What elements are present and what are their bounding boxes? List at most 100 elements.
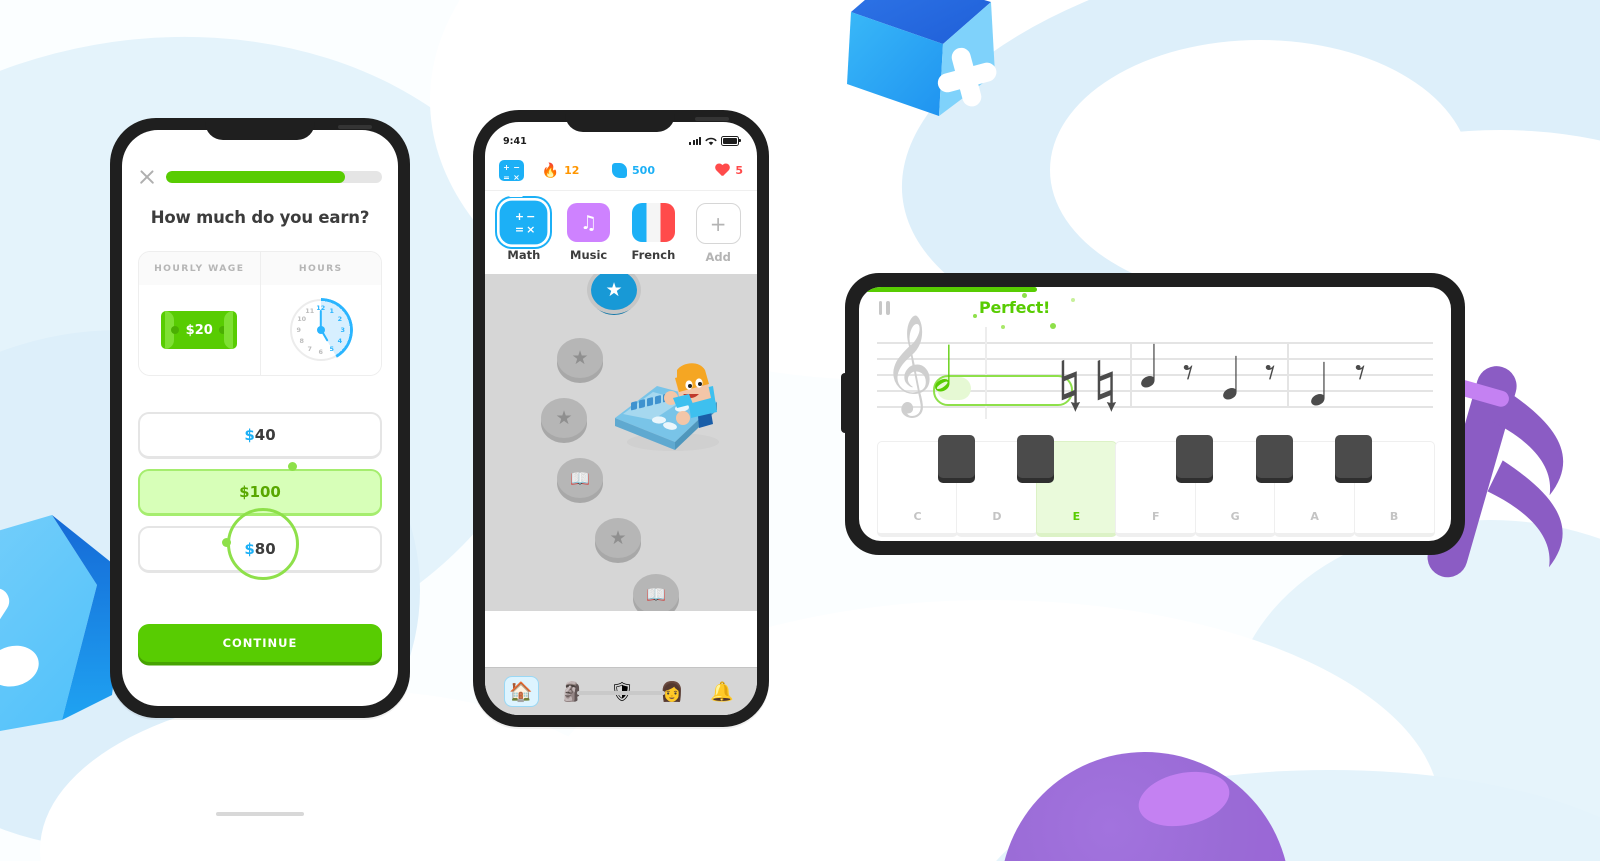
piano-keyboard: CDEFGAB xyxy=(877,435,1435,537)
wage-table: HOURLY WAGE HOURS $20 12 1 2 3 4 5 6 7 8… xyxy=(138,251,382,376)
course-label: Music xyxy=(570,248,608,262)
screenshot-stage: How much do you earn? HOURLY WAGE HOURS … xyxy=(0,0,1600,861)
course-switcher: + − = × Math ♫ Music French + Add xyxy=(485,191,757,274)
clock-number: 4 xyxy=(337,337,343,345)
key-label: A xyxy=(1310,510,1319,523)
quarter-note: 𝅘𝅥 xyxy=(1309,354,1327,419)
close-icon[interactable] xyxy=(138,168,156,186)
side-button xyxy=(841,373,847,433)
currency-symbol: $ xyxy=(244,426,255,444)
course-label: Add xyxy=(705,250,731,264)
answer-amount: 40 xyxy=(254,426,276,444)
half-note-green: 𝅗𝅥 xyxy=(933,336,952,406)
signal-icon xyxy=(689,137,701,145)
gem-icon xyxy=(612,163,628,178)
piano-black-key[interactable] xyxy=(937,435,975,478)
home-indicator xyxy=(577,691,665,695)
quarter-note: 𝅘𝅥 xyxy=(1139,336,1157,401)
lesson-progress-bar xyxy=(166,171,382,183)
pause-button[interactable] xyxy=(879,301,890,315)
clock-number: 6 xyxy=(318,348,323,356)
x-cube-decoration xyxy=(843,0,1003,122)
course-item-music[interactable]: ♫ Music xyxy=(562,203,616,264)
course-label: French xyxy=(631,248,676,262)
answer-option-selected[interactable]: $100 xyxy=(138,469,382,516)
star-icon: ★ xyxy=(609,526,627,549)
path-node[interactable]: 📖 xyxy=(557,458,603,498)
battery-icon xyxy=(721,136,741,146)
money-bill-icon: $20 xyxy=(161,311,238,349)
lesson-progress-fill xyxy=(166,171,346,183)
course-item-math[interactable]: + − = × Math xyxy=(497,203,551,264)
music-staff: 𝄞 𝅗𝅥 𝄯 𝄯 𝅘𝅥 𝄾 𝅘𝅥 𝄾 𝅘𝅥 𝄾 xyxy=(877,321,1433,435)
tab-home[interactable]: 🏠 xyxy=(503,676,539,707)
book-icon: 📖 xyxy=(646,584,666,604)
notch-speaker xyxy=(338,125,372,129)
wage-table-body: $20 12 1 2 3 4 5 6 7 8 9 10 11 xyxy=(139,285,381,375)
flame-icon: 🔥 xyxy=(541,162,560,179)
piano-black-key[interactable] xyxy=(1017,435,1055,478)
music-header: Perfect! xyxy=(859,287,1451,329)
home-icon: 🏠 xyxy=(509,681,533,703)
quarter-rest: 𝄾 xyxy=(1265,350,1276,396)
quarter-rest: 𝄾 xyxy=(1355,350,1366,396)
path-node[interactable]: ★ xyxy=(595,518,641,558)
hours-cell: 12 1 2 3 4 5 6 7 8 9 10 11 xyxy=(261,285,382,375)
course-caret-icon xyxy=(509,190,523,197)
path-node[interactable]: ★ xyxy=(541,398,587,438)
notch-speaker xyxy=(695,117,729,121)
stats-bar: + − = × 🔥 12 500 5 xyxy=(485,154,757,197)
hearts-value: 5 xyxy=(735,164,743,177)
answer-options: $40 $100 $80 xyxy=(138,412,382,580)
mascot-junior-calculator xyxy=(613,350,727,455)
status-time: 9:41 xyxy=(503,135,527,147)
gems-value: 500 xyxy=(632,164,655,177)
stat-course-badge[interactable]: + − = × xyxy=(499,160,524,182)
phone-notch xyxy=(205,118,372,140)
piano-black-key[interactable] xyxy=(1255,435,1293,478)
calculator-icon: + − = × xyxy=(499,160,524,182)
clock-number: 5 xyxy=(329,345,334,354)
clock-number: 11 xyxy=(305,306,315,315)
lesson-path: ★ ★ ★ 📖 ★ 📖 xyxy=(485,274,757,611)
stat-streak[interactable]: 🔥 12 xyxy=(524,163,597,179)
wage-cell: $20 xyxy=(139,285,261,375)
path-node[interactable]: 📖 xyxy=(633,574,679,611)
heart-icon xyxy=(715,164,730,178)
tab-notifications[interactable]: 🔔 xyxy=(706,677,739,706)
column-header-hourly-wage: HOURLY WAGE xyxy=(139,252,261,285)
star-icon: ★ xyxy=(571,346,589,369)
clock-number: 9 xyxy=(296,326,301,334)
answer-option[interactable]: $80 xyxy=(138,526,382,573)
key-label: F xyxy=(1152,510,1160,523)
course-label: Math xyxy=(507,248,541,262)
bell-icon: 🔔 xyxy=(710,681,734,703)
course-item-add[interactable]: + Add xyxy=(691,203,745,264)
key-label: C xyxy=(913,510,922,523)
home-indicator xyxy=(216,812,304,816)
plus-icon: + xyxy=(695,203,741,244)
piano-black-key[interactable] xyxy=(1176,435,1214,478)
course-item-french[interactable]: French xyxy=(627,203,681,264)
continue-button[interactable]: CONTINUE xyxy=(138,624,382,662)
path-node[interactable]: ★ xyxy=(557,338,603,378)
music-screen: Perfect! 𝄞 𝅗𝅥 𝄯 𝄯 𝅘𝅥 𝄾 𝅘𝅥 𝄾 𝅘𝅥 𝄾 C D E F G A… xyxy=(859,287,1451,541)
selection-dot xyxy=(222,538,231,547)
answer-option[interactable]: $40 xyxy=(138,412,382,459)
answer-amount: 100 xyxy=(249,483,281,501)
stat-gems[interactable]: 500 xyxy=(597,163,670,178)
home-screen: 9:41 + − = × 🔥 12 500 5 + − = × Math ♫ M… xyxy=(485,122,757,715)
key-label: B xyxy=(1389,510,1399,523)
quarter-rest: 𝄾 xyxy=(1183,350,1194,396)
tablet-music-lesson: Perfect! 𝄞 𝅗𝅥 𝄯 𝄯 𝅘𝅥 𝄾 𝅘𝅥 𝄾 𝅘𝅥 𝄾 C D E F G A… xyxy=(841,273,1465,555)
selection-dot xyxy=(288,462,297,471)
french-flag-icon xyxy=(631,203,675,242)
question-prompt: How much do you earn? xyxy=(150,208,370,227)
key-label: E xyxy=(1072,510,1081,523)
bill-amount: $20 xyxy=(185,322,213,338)
stat-hearts[interactable]: 5 xyxy=(670,164,743,178)
piano-black-key[interactable] xyxy=(1335,435,1373,478)
clock-number: 10 xyxy=(297,315,307,323)
key-label: G xyxy=(1230,510,1240,523)
path-node-active[interactable]: ★ xyxy=(587,274,641,314)
